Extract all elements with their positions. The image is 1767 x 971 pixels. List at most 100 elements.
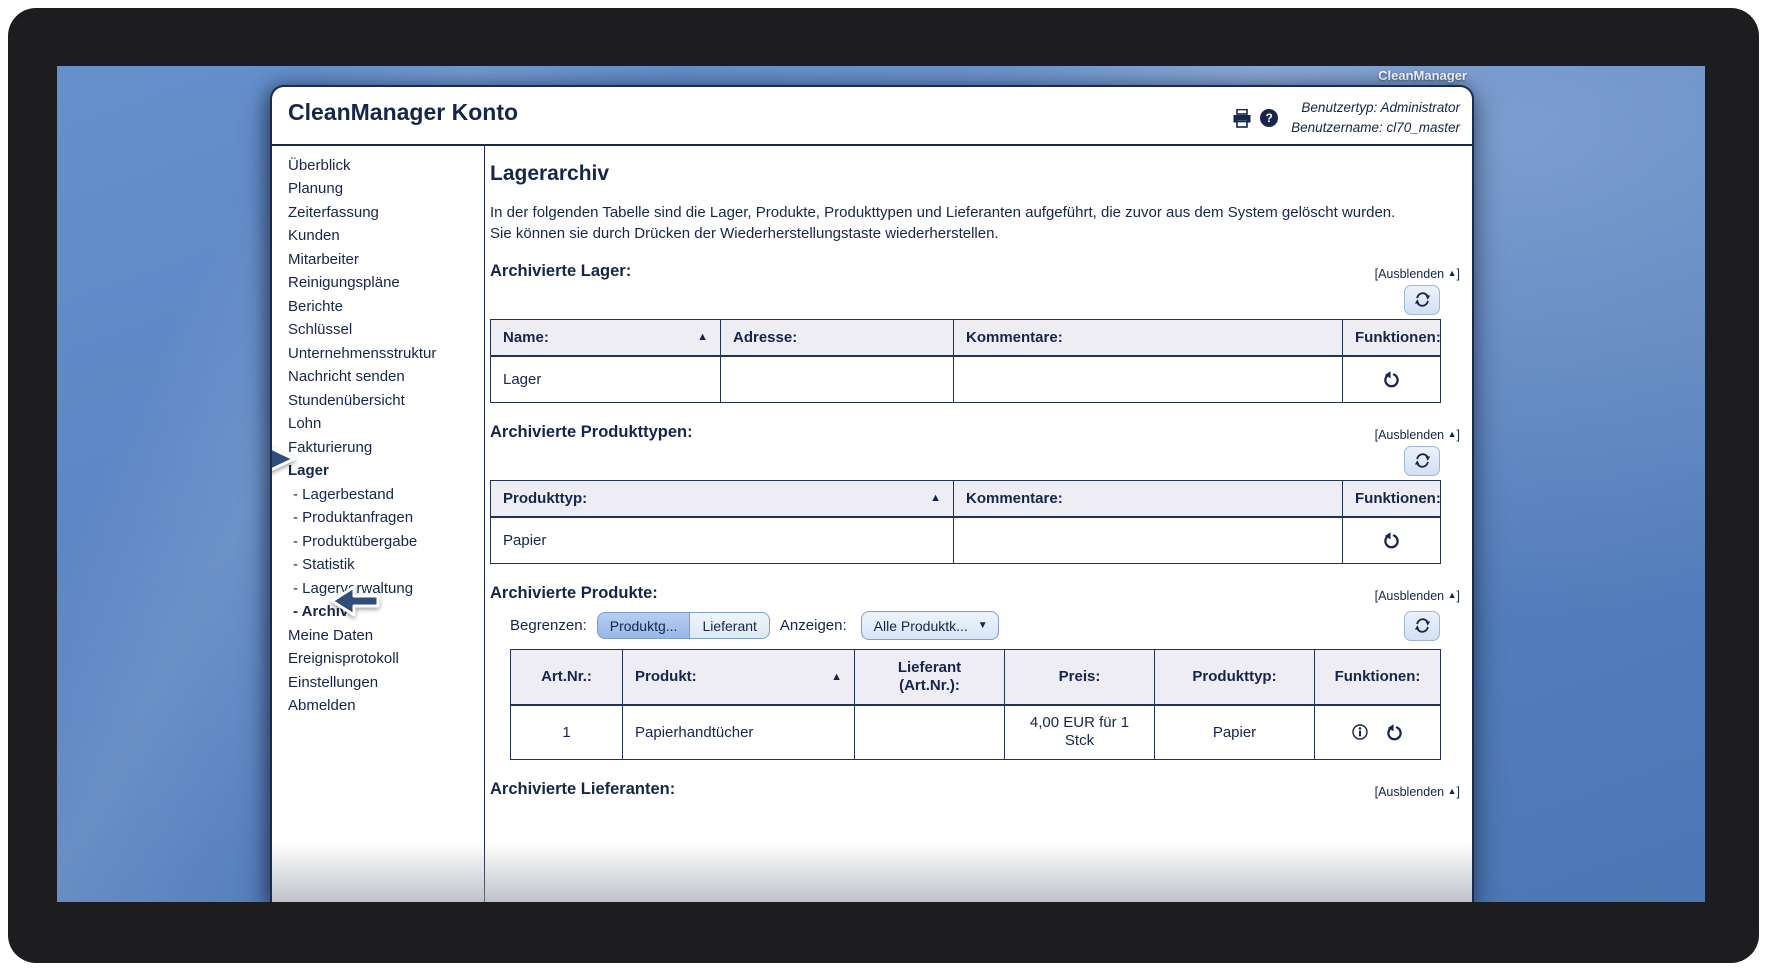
produkte-block: Begrenzen: Produktg... Lieferant Anzeige… — [510, 610, 1441, 760]
table-row: 1 Papierhandtücher 4,00 EUR für 1 Stck P… — [510, 704, 1441, 760]
section-head-lieferanten: Archivierte Lieferanten: [Ausblenden ▲] — [490, 780, 1460, 799]
cell-funktionen — [1342, 355, 1441, 403]
col-header-produkt[interactable]: Produkt: ▲ — [622, 648, 855, 706]
sidebar-item-statistik[interactable]: - Statistik — [288, 553, 484, 577]
window-body: Überblick Planung Zeiterfassung Kunden M… — [272, 145, 1472, 902]
sidebar-item-lager[interactable]: Lager — [288, 459, 484, 483]
refresh-icon — [1414, 617, 1431, 634]
col-header-kommentare: Kommentare: — [953, 479, 1343, 518]
restore-icon[interactable] — [1381, 530, 1402, 551]
description-line1: In der folgenden Tabelle sind die Lager,… — [490, 203, 1396, 221]
sidebar-item-berichte[interactable]: Berichte — [288, 295, 484, 319]
section-title-produkte: Archivierte Produkte: — [490, 583, 658, 602]
sidebar-item-lagerverwaltung[interactable]: - Lagerverwaltung — [288, 577, 484, 601]
cell-funktionen — [1314, 704, 1441, 760]
refresh-produkte-button[interactable] — [1404, 610, 1440, 641]
col-header-name[interactable]: Name: ▲ — [490, 318, 721, 357]
col-header-funktionen: Funktionen: — [1342, 479, 1441, 518]
section-head-produkttypen: Archivierte Produkttypen: [Ausblenden ▲] — [490, 423, 1460, 442]
cell-lieferant — [854, 704, 1005, 760]
section-title-produkttypen: Archivierte Produkttypen: — [490, 422, 693, 441]
cell-produkt: Papierhandtücher — [622, 704, 855, 760]
sidebar-item-produktanfragen[interactable]: - Produktanfragen — [288, 506, 484, 530]
app-window: CleanManager Konto ? Benutzertyp: Admini… — [270, 85, 1474, 902]
produktkategorie-select[interactable]: Alle Produktk... ▼ — [860, 611, 999, 640]
chevron-down-icon: ▼ — [977, 620, 988, 631]
collapse-arrow-icon: ▲ — [1447, 786, 1457, 796]
sidebar-item-mitarbeiter[interactable]: Mitarbeiter — [288, 248, 484, 272]
content-title: Lagerarchiv — [490, 161, 610, 185]
col-header-kommentare: Kommentare: — [953, 318, 1343, 357]
sidebar-item-unternehmensstruktur[interactable]: Unternehmensstruktur — [288, 342, 484, 366]
cell-artnr: 1 — [510, 704, 623, 760]
hide-link-produkttypen[interactable]: [Ausblenden ▲] — [1375, 428, 1460, 442]
description-line2: Sie können sie durch Drücken der Wiederh… — [490, 224, 999, 242]
col-header-lieferant: Lieferant (Art.Nr.): — [854, 648, 1005, 706]
archived-lager-table: Name: ▲ Adresse: Kommentare: Funktionen: … — [490, 318, 1441, 403]
collapse-arrow-icon: ▲ — [1447, 267, 1457, 278]
section-head-produkte: Archivierte Produkte: [Ausblenden ▲] — [490, 584, 1460, 603]
help-icon[interactable]: ? — [1260, 109, 1279, 128]
cell-kommentare — [953, 355, 1343, 403]
user-info: Benutzertyp: Administrator Benutzername:… — [1291, 98, 1460, 139]
sidebar-item-nachricht-senden[interactable]: Nachricht senden — [288, 365, 484, 389]
limit-toggle-group: Produktg... Lieferant — [596, 612, 770, 639]
cell-preis: 4,00 EUR für 1 Stck — [1004, 704, 1155, 760]
hide-link-lieferanten[interactable]: [Ausblenden ▲] — [1375, 785, 1460, 799]
sidebar-item-archiv[interactable]: - Archiv — [288, 600, 484, 624]
sidebar-item-kunden[interactable]: Kunden — [288, 224, 484, 248]
cell-kommentare — [953, 516, 1343, 564]
produkte-filter-row: Begrenzen: Produktg... Lieferant Anzeige… — [510, 610, 1440, 641]
user-type: Benutzertyp: Administrator — [1301, 100, 1460, 115]
cell-produkttyp: Papier — [490, 516, 954, 564]
print-icon[interactable] — [1232, 109, 1252, 128]
sidebar-item-stundenuebersicht[interactable]: Stundenübersicht — [288, 389, 484, 413]
window-header: CleanManager Konto ? Benutzertyp: Admini… — [272, 87, 1472, 146]
col-header-produkttyp: Produkttyp: — [1154, 648, 1315, 706]
refresh-icon — [1414, 291, 1431, 308]
archived-produkttypen-table: Produkttyp: ▲ Kommentare: Funktionen: Pap… — [490, 479, 1441, 564]
sidebar-item-abmelden[interactable]: Abmelden — [288, 694, 484, 718]
cell-adresse — [720, 355, 954, 403]
col-header-adresse: Adresse: — [720, 318, 954, 357]
sidebar-item-planung[interactable]: Planung — [288, 177, 484, 201]
col-header-artnr: Art.Nr.: — [510, 648, 623, 706]
user-name: Benutzername: cl70_master — [1291, 120, 1460, 136]
col-header-preis: Preis: — [1004, 648, 1155, 706]
sidebar-item-einstellungen[interactable]: Einstellungen — [288, 671, 484, 695]
lieferant-toggle-button[interactable]: Lieferant — [689, 612, 770, 639]
sidebar-item-lagerbestand[interactable]: - Lagerbestand — [288, 483, 484, 507]
refresh-produkttypen-button[interactable] — [1404, 445, 1440, 476]
header-icons: ? — [1232, 109, 1279, 128]
sidebar-item-fakturierung[interactable]: Fakturierung — [288, 436, 484, 460]
col-header-produkttyp[interactable]: Produkttyp: ▲ — [490, 479, 954, 518]
sort-asc-icon: ▲ — [697, 331, 708, 343]
table-row: Papier — [490, 516, 1441, 564]
table-row: Lager — [490, 355, 1441, 403]
sidebar-item-reinigungsplaene[interactable]: Reinigungspläne — [288, 271, 484, 295]
page-title: CleanManager Konto — [288, 99, 519, 125]
sidebar-item-produktuebergabe[interactable]: - Produktübergabe — [288, 530, 484, 554]
desktop-background: CleanManager CleanManager Konto ? Benutz… — [57, 66, 1705, 902]
cell-funktionen — [1342, 516, 1441, 564]
restore-icon[interactable] — [1381, 369, 1402, 390]
sidebar-item-ereignisprotokoll[interactable]: Ereignisprotokoll — [288, 647, 484, 671]
refresh-row-produkttypen — [490, 445, 1440, 476]
sort-asc-icon: ▲ — [930, 492, 941, 504]
restore-icon[interactable] — [1384, 722, 1405, 743]
sidebar-item-meine-daten[interactable]: Meine Daten — [288, 624, 484, 648]
window-title-label: CleanManager — [1378, 68, 1467, 83]
hide-link-lager[interactable]: [Ausblenden ▲] — [1375, 267, 1460, 281]
hide-link-produkte[interactable]: [Ausblenden ▲] — [1375, 589, 1460, 603]
sidebar-item-schluessel[interactable]: Schlüssel — [288, 318, 484, 342]
header-right: ? Benutzertyp: Administrator Benutzernam… — [1232, 98, 1460, 139]
sidebar-item-zeiterfassung[interactable]: Zeiterfassung — [288, 201, 484, 225]
refresh-icon — [1414, 452, 1431, 469]
collapse-arrow-icon: ▲ — [1447, 589, 1457, 600]
sidebar-item-lohn[interactable]: Lohn — [288, 412, 484, 436]
sidebar-item-ueberblick[interactable]: Überblick — [288, 154, 484, 178]
info-icon[interactable] — [1350, 722, 1370, 742]
produktgruppe-toggle-button[interactable]: Produktg... — [596, 612, 690, 639]
refresh-lager-button[interactable] — [1404, 284, 1440, 315]
monitor-bezel: CleanManager CleanManager Konto ? Benutz… — [8, 8, 1759, 963]
